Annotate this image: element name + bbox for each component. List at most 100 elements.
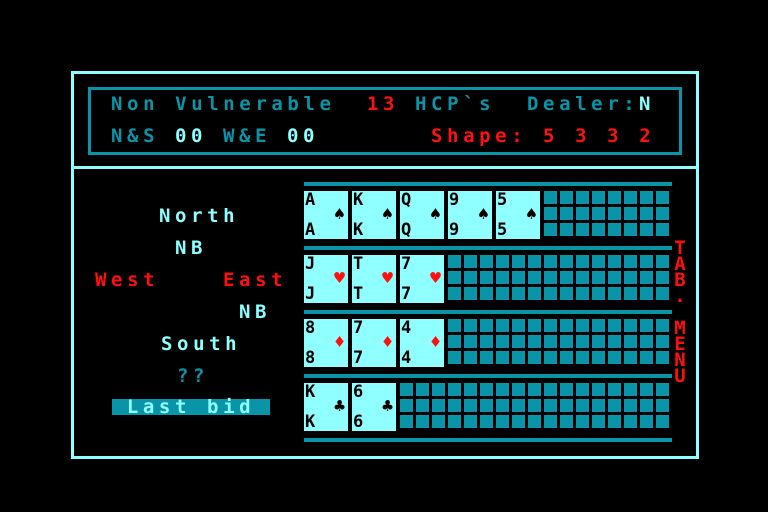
card-6-clubs[interactable]: 6 ♣ 6 <box>352 383 396 431</box>
empty-card-slot <box>640 207 653 220</box>
empty-card-slot <box>560 351 573 364</box>
card-rank: J <box>305 254 316 274</box>
empty-card-slot <box>528 335 541 348</box>
card-K-spades[interactable]: K ♠ K <box>352 191 396 239</box>
empty-card-slot <box>640 319 653 332</box>
last-bid-button[interactable]: Last bid <box>112 398 270 417</box>
suit-row-divider <box>304 310 672 314</box>
shape-value: 5 3 3 2 <box>543 125 656 147</box>
empty-card-slot <box>608 415 621 428</box>
empty-card-slot <box>640 399 653 412</box>
empty-card-slot <box>448 287 461 300</box>
empty-card-slot <box>512 319 525 332</box>
vulnerability: Non Vulnerable <box>111 93 336 115</box>
hcp-value: 13 <box>367 93 400 115</box>
empty-card-slot <box>448 335 461 348</box>
empty-card-slot <box>480 271 493 284</box>
empty-card-slot <box>656 223 669 236</box>
tab-menu-hint[interactable]: T A B . M E N U <box>672 239 688 386</box>
empty-card-slot <box>544 223 557 236</box>
empty-card-slot <box>624 351 637 364</box>
ns-score: 00 <box>175 125 208 147</box>
empty-card-slot <box>576 191 589 204</box>
empty-card-slot <box>576 335 589 348</box>
empty-card-slot <box>592 351 605 364</box>
card-K-clubs[interactable]: K ♣ K <box>304 383 348 431</box>
empty-card-slot <box>608 335 621 348</box>
empty-card-slot <box>400 399 413 412</box>
empty-card-slot <box>592 415 605 428</box>
empty-card-slot <box>416 415 429 428</box>
card-rank: A <box>305 190 316 210</box>
card-Q-spades[interactable]: Q ♠ Q <box>400 191 444 239</box>
north-label: North <box>159 205 240 227</box>
empty-card-slot <box>560 399 573 412</box>
empty-card-slot <box>592 319 605 332</box>
empty-card-slot <box>512 287 525 300</box>
spades-icon: ♠ <box>382 204 393 225</box>
empty-card-slot <box>624 271 637 284</box>
empty-card-slot <box>576 415 589 428</box>
empty-card-slot <box>528 415 541 428</box>
empty-card-slot <box>512 351 525 364</box>
empty-card-slot <box>528 287 541 300</box>
empty-card-slot <box>480 255 493 268</box>
empty-card-slot <box>656 415 669 428</box>
empty-card-slot <box>512 271 525 284</box>
empty-card-slot <box>496 415 509 428</box>
card-rank: Q <box>401 220 412 240</box>
empty-card-slot <box>608 271 621 284</box>
card-4-diamonds[interactable]: 4 ♦ 4 <box>400 319 444 367</box>
card-rank: 8 <box>305 318 316 338</box>
card-7-hearts[interactable]: 7 ♥ 7 <box>400 255 444 303</box>
card-A-spades[interactable]: A ♠ A <box>304 191 348 239</box>
empty-card-slot <box>464 255 477 268</box>
empty-card-slot <box>448 351 461 364</box>
empty-card-slot <box>496 399 509 412</box>
east-bid: NB <box>239 301 272 323</box>
card-5-spades[interactable]: 5 ♠ 5 <box>496 191 540 239</box>
ns-label: N&S <box>111 125 160 147</box>
card-9-spades[interactable]: 9 ♠ 9 <box>448 191 492 239</box>
card-rank: K <box>305 382 316 402</box>
card-rank: 5 <box>497 220 508 240</box>
hearts-icon: ♥ <box>334 268 345 289</box>
card-rank: J <box>305 284 316 304</box>
south-bid: ?? <box>177 365 210 387</box>
empty-card-slot <box>528 383 541 396</box>
empty-card-slot <box>528 319 541 332</box>
empty-card-slot <box>624 415 637 428</box>
empty-card-slot <box>656 271 669 284</box>
card-7-diamonds[interactable]: 7 ♦ 7 <box>352 319 396 367</box>
empty-card-slot <box>624 191 637 204</box>
empty-card-slot <box>448 255 461 268</box>
empty-card-slot <box>560 271 573 284</box>
empty-card-slot <box>512 383 525 396</box>
we-score: 00 <box>287 125 320 147</box>
empty-card-slot <box>544 383 557 396</box>
card-T-hearts[interactable]: T ♥ T <box>352 255 396 303</box>
empty-card-slot <box>528 255 541 268</box>
south-label: South <box>161 333 242 355</box>
card-rank: 7 <box>401 284 412 304</box>
empty-card-slot <box>656 255 669 268</box>
empty-card-slot <box>608 223 621 236</box>
card-rank: 9 <box>449 220 460 240</box>
empty-card-slot <box>512 255 525 268</box>
empty-card-slot <box>560 287 573 300</box>
empty-card-slot <box>656 335 669 348</box>
empty-card-slot <box>560 383 573 396</box>
card-rank: Q <box>401 190 412 210</box>
card-rank: 4 <box>401 318 412 338</box>
empty-card-slot <box>496 271 509 284</box>
empty-card-slot <box>640 271 653 284</box>
empty-card-slot <box>464 319 477 332</box>
empty-card-slot <box>624 399 637 412</box>
card-8-diamonds[interactable]: 8 ♦ 8 <box>304 319 348 367</box>
card-J-hearts[interactable]: J ♥ J <box>304 255 348 303</box>
empty-card-slot <box>528 271 541 284</box>
empty-card-slot <box>560 191 573 204</box>
clubs-icon: ♣ <box>382 396 393 417</box>
empty-card-slot <box>592 335 605 348</box>
empty-card-slot <box>624 207 637 220</box>
